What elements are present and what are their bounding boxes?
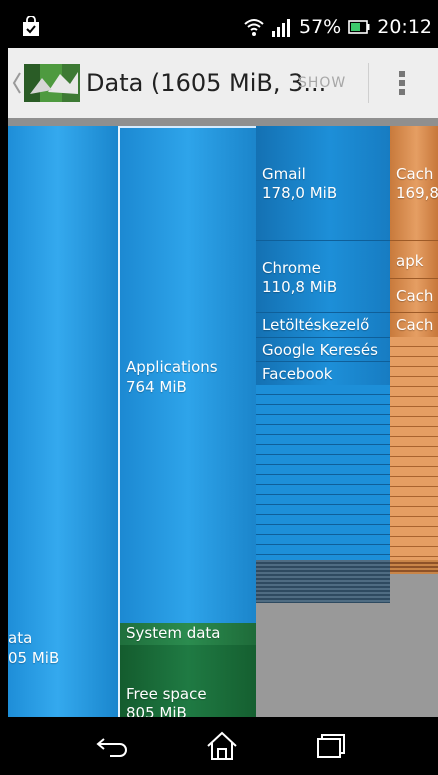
action-bar-divider (368, 63, 369, 103)
chrome-apk-label: apk (396, 252, 424, 270)
signal-icon (272, 19, 290, 37)
status-icons: 57% 20:12 (243, 16, 432, 38)
treemap-tile-applications[interactable]: Applications 764 MiB (120, 126, 256, 623)
gmail-name: Gmail (262, 165, 306, 183)
data-root-size: 05 MiB (8, 649, 60, 667)
free-space-name: Free space (126, 685, 207, 703)
treemap: ata 05 MiB Applications 764 MiB System d… (8, 126, 438, 717)
treemap-tile-data-root[interactable]: ata 05 MiB (8, 126, 120, 717)
treemap-tile-free-space[interactable]: Free space 805 MiB (120, 645, 256, 717)
treemap-tile-letolteskezelo-cache[interactable]: Cach (390, 312, 438, 337)
battery-icon (348, 20, 370, 34)
chrome-cache-label: Cach (396, 287, 434, 305)
applications-name: Applications (126, 358, 218, 376)
back-arrow-icon[interactable] (94, 729, 134, 763)
phone-screen: 57% 20:12 Data (1605 MiB, 3... SHOW ata … (8, 8, 438, 775)
recent-apps-icon[interactable] (310, 729, 350, 763)
treemap-tile-chrome[interactable]: Chrome 110,8 MiB (256, 240, 390, 312)
action-bar: Data (1605 MiB, 3... SHOW (8, 48, 438, 118)
page-title: Data (1605 MiB, 3... (86, 69, 327, 97)
battery-percent: 57% (299, 16, 342, 38)
status-bar: 57% 20:12 (8, 8, 438, 48)
home-icon[interactable] (202, 729, 242, 763)
system-data-name: System data (126, 624, 221, 642)
treemap-tile-gmail-cache[interactable]: Cach 169,8 (390, 126, 438, 240)
treemap-tiny-apps[interactable] (256, 560, 390, 603)
gmail-cache-size: 169,8 (396, 184, 438, 202)
gmail-cache-label: Cach (396, 165, 434, 183)
google-kereses-name: Google Keresés (262, 341, 378, 359)
disk-usage-logo-icon[interactable] (24, 64, 80, 102)
gmail-size: 178,0 MiB (262, 184, 338, 202)
treemap-tiny-details[interactable] (390, 560, 438, 574)
treemap-tile-facebook[interactable]: Facebook (256, 361, 390, 385)
shopping-bag-check-icon (23, 16, 39, 36)
treemap-tile-chrome-apk[interactable]: apk (390, 240, 438, 278)
show-button[interactable]: SHOW (298, 75, 346, 91)
chrome-name: Chrome (262, 259, 321, 277)
navigation-bar (8, 717, 438, 775)
letolteskezelo-name: Letöltéskezelő (262, 316, 370, 334)
more-vert-icon[interactable] (394, 70, 410, 96)
clock: 20:12 (377, 16, 432, 38)
treemap-top-strip (8, 118, 438, 126)
treemap-tile-letolteskezelo[interactable]: Letöltéskezelő (256, 312, 390, 337)
treemap-small-apps[interactable] (256, 385, 390, 560)
treemap-tile-chrome-cache[interactable]: Cach (390, 278, 438, 312)
applications-size: 764 MiB (126, 378, 187, 396)
facebook-name: Facebook (262, 365, 333, 383)
treemap-tile-gmail[interactable]: Gmail 178,0 MiB (256, 126, 390, 240)
free-space-size: 805 MiB (126, 704, 187, 717)
treemap-tile-system-data[interactable]: System data (120, 623, 256, 645)
data-root-name: ata (8, 629, 33, 647)
wifi-icon (244, 19, 264, 36)
letolteskezelo-cache-label: Cach (396, 316, 434, 334)
chrome-size: 110,8 MiB (262, 278, 338, 296)
treemap-small-details[interactable] (390, 337, 438, 560)
treemap-tile-google-kereses[interactable]: Google Keresés (256, 337, 390, 361)
chevron-left-icon[interactable] (12, 70, 22, 96)
